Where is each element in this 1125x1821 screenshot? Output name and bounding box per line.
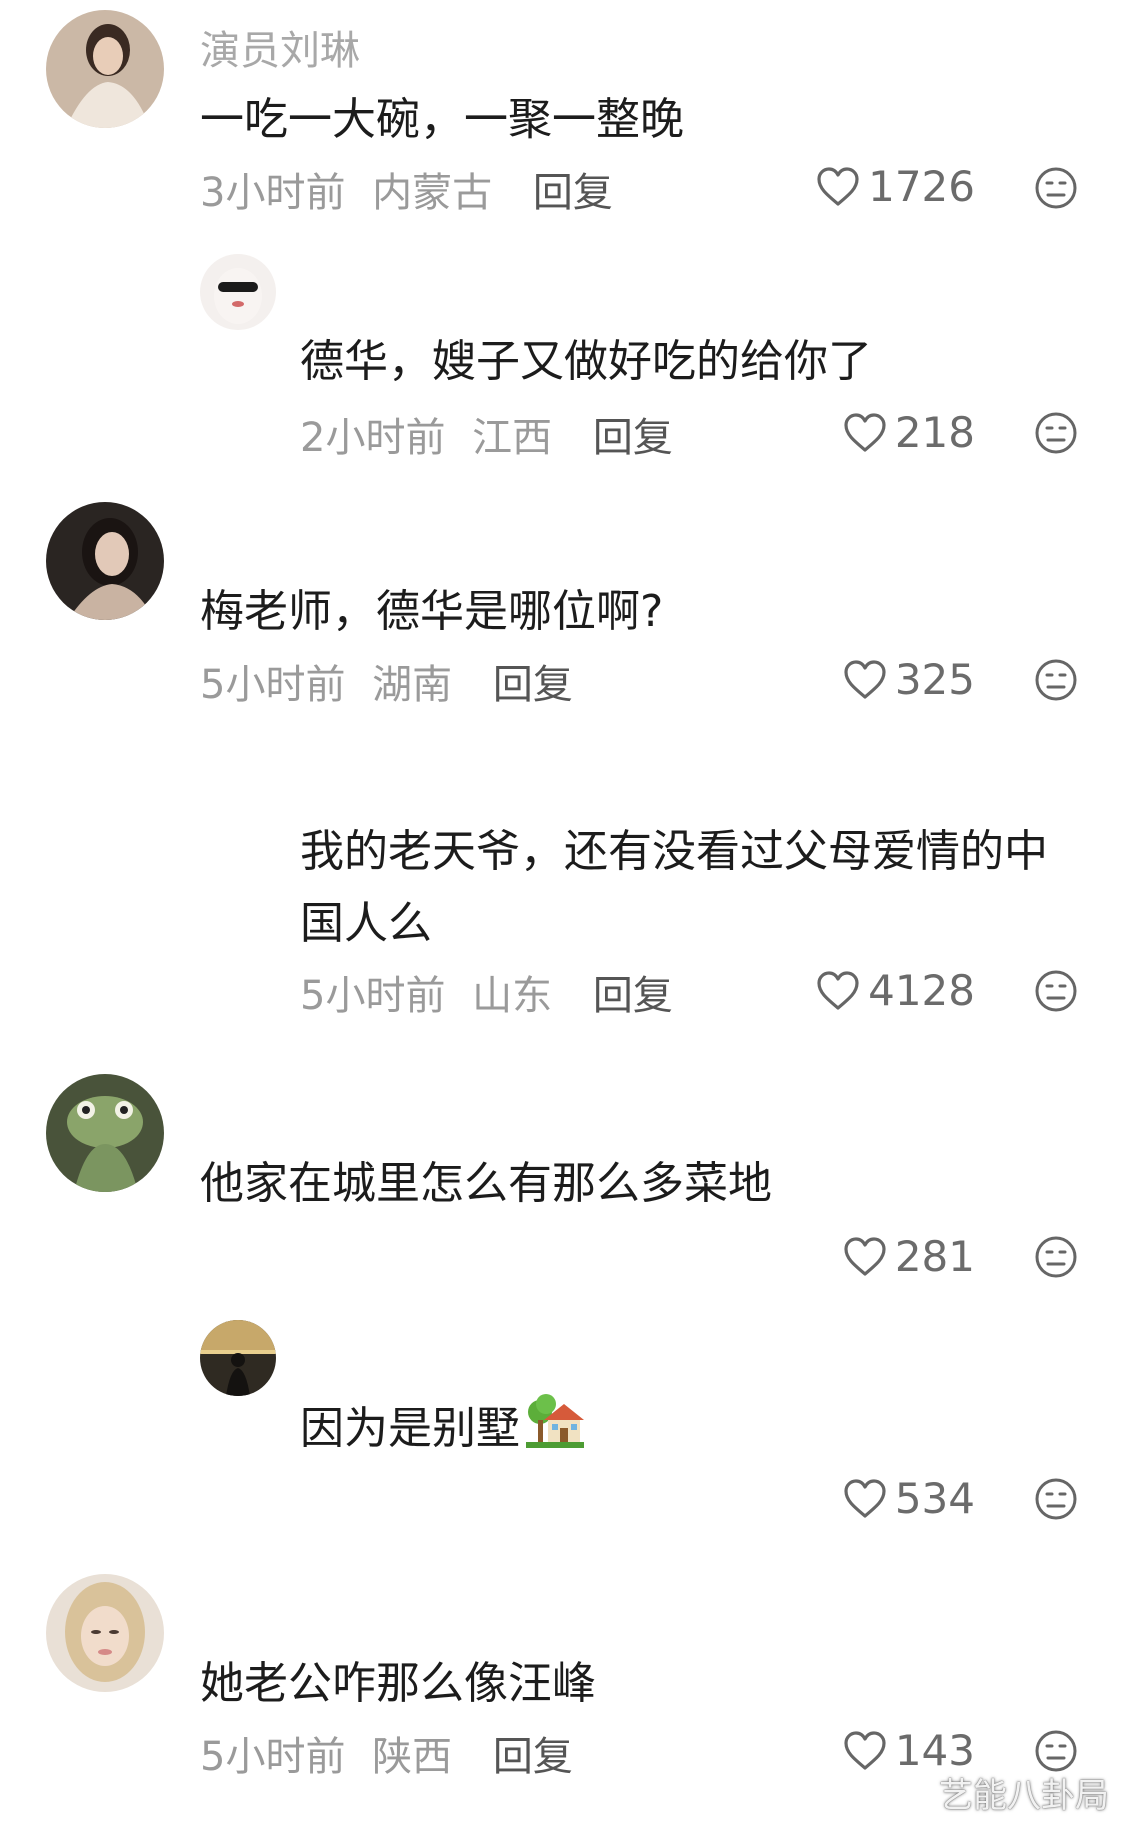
heart-icon bbox=[844, 1730, 886, 1770]
heart-icon bbox=[844, 1236, 886, 1276]
comment-text: 德华，嫂子又做好吃的给你了 bbox=[300, 336, 872, 387]
comment-meta: 5小时前 湖南 回复 bbox=[200, 652, 573, 710]
like-count: 1726 bbox=[868, 162, 975, 211]
like-button[interactable]: 4128 bbox=[816, 966, 975, 1015]
comment-time: 5小时前 bbox=[200, 1734, 346, 1780]
dislike-icon[interactable] bbox=[1034, 1235, 1078, 1279]
comment-time: 2小时前 bbox=[300, 415, 446, 461]
comment-meta: 5小时前 山东 回复 bbox=[300, 963, 673, 1021]
avatar[interactable] bbox=[46, 1074, 164, 1192]
comment-location: 内蒙古 bbox=[372, 170, 493, 216]
comment-time: 5小时前 bbox=[300, 973, 446, 1019]
like-button[interactable]: 281 bbox=[843, 1232, 975, 1281]
avatar[interactable] bbox=[46, 502, 164, 620]
comment-text-content: 因为是别墅 bbox=[300, 1403, 520, 1454]
dislike-icon[interactable] bbox=[1034, 1729, 1078, 1773]
comment-location: 山东 bbox=[472, 973, 553, 1019]
comment-text: 梅老师，德华是哪位啊? bbox=[200, 586, 664, 637]
comment-text: 一吃一大碗，一聚一整晚 bbox=[200, 94, 684, 145]
comment-meta: 2小时前 江西 回复 bbox=[300, 405, 673, 463]
dislike-icon[interactable] bbox=[1034, 166, 1078, 210]
comment-time: 5小时前 bbox=[200, 662, 346, 708]
like-button[interactable]: 1726 bbox=[816, 162, 975, 211]
reply-button[interactable]: 回复 bbox=[593, 415, 673, 461]
comment-time: 3小时前 bbox=[200, 170, 346, 216]
like-button[interactable]: 218 bbox=[843, 408, 975, 457]
reply-button[interactable]: 回复 bbox=[493, 662, 573, 708]
comment-meta: 5小时前 陕西 回复 bbox=[200, 1724, 573, 1782]
dislike-icon[interactable] bbox=[1034, 658, 1078, 702]
like-count: 281 bbox=[894, 1232, 975, 1281]
comment-meta: 3小时前 内蒙古 回复 bbox=[200, 160, 613, 218]
avatar[interactable] bbox=[200, 254, 276, 330]
avatar[interactable] bbox=[46, 1574, 164, 1692]
avatar[interactable] bbox=[46, 10, 164, 128]
heart-icon bbox=[817, 970, 859, 1010]
like-button[interactable]: 325 bbox=[843, 655, 975, 704]
dislike-icon[interactable] bbox=[1034, 969, 1078, 1013]
dislike-icon[interactable] bbox=[1034, 1477, 1078, 1521]
watermark: 艺能八卦局 bbox=[939, 1776, 1109, 1816]
like-button[interactable]: 534 bbox=[843, 1474, 975, 1523]
comment-text-line: 我的老天爷，还有没看过父母爱情的中 bbox=[300, 826, 1048, 877]
heart-icon bbox=[844, 659, 886, 699]
dislike-icon[interactable] bbox=[1034, 411, 1078, 455]
heart-icon bbox=[817, 166, 859, 206]
like-count: 534 bbox=[894, 1474, 975, 1523]
avatar[interactable] bbox=[200, 1320, 276, 1396]
heart-icon bbox=[844, 1478, 886, 1518]
house-with-garden-icon bbox=[526, 1392, 584, 1470]
heart-icon bbox=[844, 412, 886, 452]
comment-text: 我的老天爷，还有没看过父母爱情的中 国人么 bbox=[300, 816, 1048, 960]
comment-text-line: 国人么 bbox=[300, 898, 432, 949]
reply-button[interactable]: 回复 bbox=[593, 973, 673, 1019]
like-count: 325 bbox=[894, 655, 975, 704]
comment-text: 她老公咋那么像汪峰 bbox=[200, 1658, 596, 1709]
like-count: 218 bbox=[894, 408, 975, 457]
comment-location: 陕西 bbox=[372, 1734, 453, 1780]
comment-username[interactable]: 演员刘琳 bbox=[200, 18, 360, 76]
comment-location: 江西 bbox=[472, 415, 553, 461]
comment-location: 湖南 bbox=[372, 662, 453, 708]
like-count: 4128 bbox=[868, 966, 975, 1015]
reply-button[interactable]: 回复 bbox=[493, 1734, 573, 1780]
comment-text: 他家在城里怎么有那么多菜地 bbox=[200, 1158, 772, 1209]
reply-button[interactable]: 回复 bbox=[533, 170, 613, 216]
comment-text: 因为是别墅 bbox=[300, 1392, 584, 1470]
